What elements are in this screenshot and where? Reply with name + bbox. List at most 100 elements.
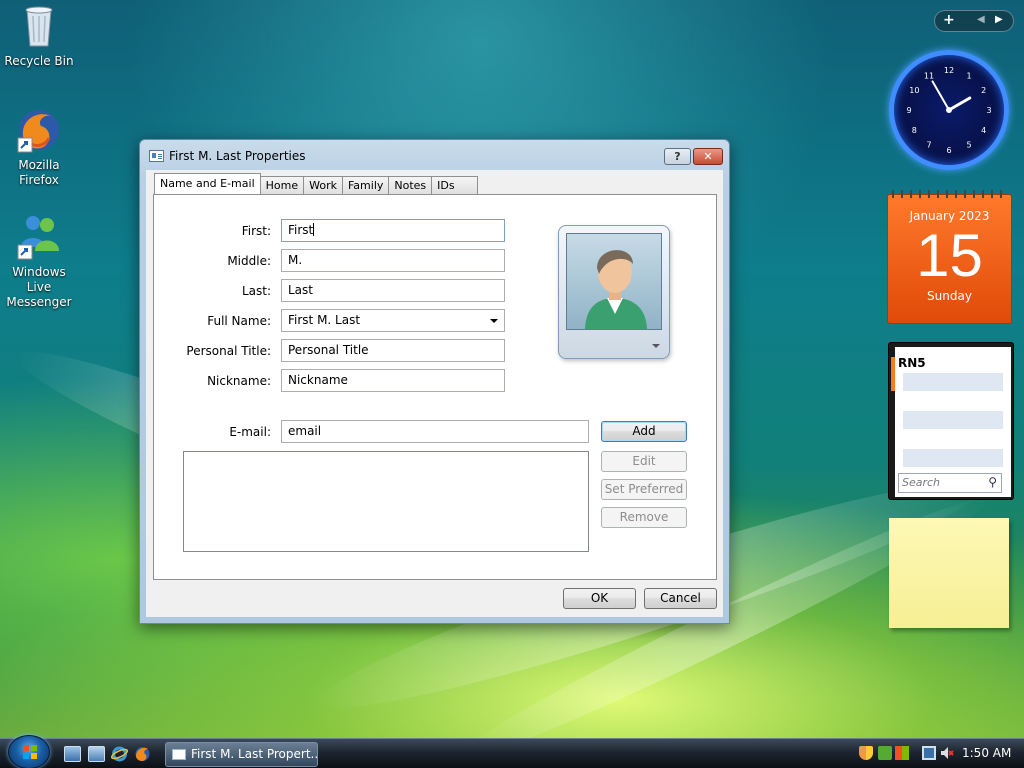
clock-face: 121234567891011: [906, 66, 991, 155]
desktop-icon-messenger[interactable]: Windows Live Messenger: [0, 213, 78, 310]
clock-number: 2: [981, 86, 986, 95]
set-preferred-button[interactable]: Set Preferred: [601, 479, 687, 500]
clock-number: 4: [981, 126, 986, 135]
text-caret: [313, 223, 315, 236]
first-name-field[interactable]: First: [281, 219, 505, 242]
contacts-search-placeholder: Search: [902, 476, 941, 489]
properties-dialog: First M. Last Properties ? ✕ Name and E-…: [139, 139, 730, 624]
show-desktop-icon[interactable]: [64, 746, 81, 762]
tray-clock[interactable]: 1:50 AM: [962, 746, 1011, 760]
ok-button-label: OK: [590, 591, 609, 605]
taskbar: First M. Last Propert... 1:50 AM: [0, 735, 1024, 768]
email-field[interactable]: email: [281, 420, 589, 443]
dialog-client: Name and E-mail Home Work Family Notes I…: [146, 170, 723, 617]
clock-hour-hand: [947, 96, 972, 112]
nickname-field[interactable]: Nickname: [281, 369, 505, 392]
tab-panel-name-and-email: First: First Middle: M. Last: Last Full …: [153, 194, 717, 580]
edit-button-label: Edit: [632, 454, 656, 468]
desktop-icon-label: Windows Live Messenger: [6, 265, 72, 309]
contacts-row[interactable]: [903, 373, 1003, 391]
windows-update-icon[interactable]: [878, 746, 892, 760]
search-icon: ⚲: [988, 475, 997, 489]
firefox-quicklaunch-icon[interactable]: [134, 746, 151, 762]
firefox-icon: [15, 106, 63, 154]
windows-logo-icon: [23, 745, 37, 759]
tab-name-and-email[interactable]: Name and E-mail: [154, 173, 261, 194]
nickname-label: Nickname:: [207, 374, 271, 388]
taskbar-button-label: First M. Last Propert...: [191, 747, 318, 761]
contact-card-icon: [149, 150, 164, 162]
contact-photo-button[interactable]: [558, 225, 670, 359]
chevron-down-icon: [652, 344, 660, 348]
email-label: E-mail:: [229, 425, 271, 439]
desktop-icon-firefox[interactable]: Mozilla Firefox: [0, 106, 78, 188]
clock-gadget[interactable]: 12 1 2 3 4 5 6 7 8 9 10 11: [889, 50, 1009, 170]
clock-number: 1: [966, 71, 971, 80]
internet-explorer-icon[interactable]: [110, 746, 129, 762]
chevron-left-icon[interactable]: ◀: [977, 14, 985, 25]
tab-notes[interactable]: Notes: [388, 176, 433, 195]
clock-number: 11: [924, 71, 934, 80]
full-name-label: Full Name:: [207, 314, 271, 328]
remove-email-button[interactable]: Remove: [601, 507, 687, 528]
tab-family[interactable]: Family: [341, 176, 390, 195]
calendar-gadget[interactable]: January 2023 15 Sunday: [887, 190, 1012, 324]
add-gadget-icon[interactable]: +: [943, 12, 955, 28]
clock-number: 10: [909, 86, 919, 95]
clock-number: 9: [906, 106, 911, 115]
clock-number: 7: [926, 141, 931, 150]
contacts-accent-bar: [891, 357, 895, 391]
title-bar[interactable]: First M. Last Properties ? ✕: [140, 140, 729, 170]
tab-ids[interactable]: IDs: [431, 176, 478, 195]
desktop-icon-label: Mozilla Firefox: [18, 158, 60, 187]
contacts-row[interactable]: [903, 411, 1003, 429]
email-list[interactable]: [183, 451, 589, 552]
calendar-rings: [892, 190, 1008, 198]
sticky-note-gadget[interactable]: [889, 518, 1009, 628]
volume-muted-icon[interactable]: [940, 746, 954, 760]
add-button-label: Add: [632, 424, 656, 438]
ok-button[interactable]: OK: [563, 588, 636, 609]
contacts-row[interactable]: [903, 449, 1003, 467]
last-name-field[interactable]: Last: [281, 279, 505, 302]
contacts-title: RN5: [898, 356, 926, 370]
contacts-search-field[interactable]: Search ⚲: [898, 473, 1002, 493]
cancel-button-label: Cancel: [660, 591, 701, 605]
cancel-button[interactable]: Cancel: [644, 588, 717, 609]
calendar-day: 15: [916, 222, 983, 289]
personal-title-label: Personal Title:: [186, 344, 271, 358]
taskbar-button-properties[interactable]: First M. Last Propert...: [165, 742, 318, 767]
close-button[interactable]: ✕: [693, 148, 723, 165]
help-button[interactable]: ?: [664, 148, 691, 165]
tab-strip: Name and E-mail Home Work Family Notes I…: [154, 173, 478, 195]
chevron-down-icon: [490, 319, 498, 323]
middle-label: Middle:: [227, 254, 271, 268]
security-shield-icon[interactable]: [859, 746, 873, 760]
network-icon[interactable]: [922, 746, 936, 760]
tab-home[interactable]: Home: [259, 176, 305, 195]
middle-name-field[interactable]: M.: [281, 249, 505, 272]
switch-windows-icon[interactable]: [88, 746, 105, 762]
add-email-button[interactable]: Add: [601, 421, 687, 442]
full-name-dropdown[interactable]: First M. Last: [281, 309, 505, 332]
clock-number: 3: [986, 106, 991, 115]
clock-minute-hand: [931, 80, 950, 111]
clock-center: [946, 107, 952, 113]
tab-work[interactable]: Work: [303, 176, 343, 195]
personal-title-field[interactable]: Personal Title: [281, 339, 505, 362]
start-button[interactable]: [8, 735, 50, 768]
person-silhouette-icon: [585, 250, 647, 329]
contacts-panel: RN5 Search ⚲: [895, 347, 1011, 497]
clock-number: 5: [966, 141, 971, 150]
edit-email-button[interactable]: Edit: [601, 451, 687, 472]
contacts-gadget[interactable]: RN5 Search ⚲: [888, 342, 1014, 500]
first-label: First:: [241, 224, 271, 238]
desktop-icon-recycle-bin[interactable]: Recycle Bin: [0, 2, 78, 69]
first-name-value: First: [288, 223, 314, 237]
clock-number: 12: [944, 66, 954, 75]
full-name-value: First M. Last: [288, 313, 361, 327]
windows-flag-icon[interactable]: [895, 746, 909, 760]
chevron-right-icon[interactable]: ▶: [995, 14, 1003, 25]
last-label: Last:: [241, 284, 271, 298]
messenger-icon: [15, 213, 63, 261]
